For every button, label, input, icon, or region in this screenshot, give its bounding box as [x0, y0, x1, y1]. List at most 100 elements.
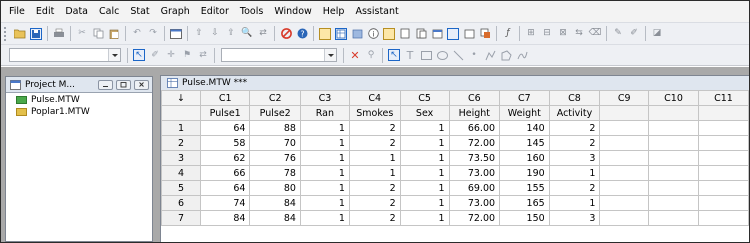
data-cell[interactable]: 2 — [348, 210, 401, 226]
print-icon[interactable] — [53, 28, 65, 40]
data-cell[interactable]: 1 — [299, 165, 350, 181]
data-cell[interactable]: 1 — [399, 195, 450, 211]
data-cell[interactable]: 76 — [249, 150, 301, 166]
report-pad-icon[interactable] — [399, 28, 411, 40]
empty-cell[interactable] — [697, 165, 749, 181]
column-name-cell[interactable] — [648, 105, 699, 121]
column-name-cell[interactable]: Pulse2 — [249, 105, 301, 121]
clear-cells-icon[interactable]: ⌫ — [589, 28, 602, 40]
row-number[interactable]: 2 — [161, 135, 201, 151]
column-name-cell[interactable]: Height — [448, 105, 501, 121]
empty-cell[interactable] — [599, 195, 650, 211]
insert-cells-icon[interactable]: ⊞ — [525, 28, 537, 40]
stop-icon[interactable] — [280, 28, 292, 40]
column-id[interactable]: C8 — [548, 90, 601, 106]
brush-tool-icon[interactable]: ✐ — [149, 49, 161, 61]
column-id[interactable]: C7 — [499, 90, 550, 106]
graph-element-select[interactable] — [221, 48, 337, 62]
column-name-cell[interactable] — [697, 105, 749, 121]
copy-icon[interactable] — [92, 28, 104, 40]
empty-cell[interactable] — [599, 165, 650, 181]
empty-cell[interactable] — [648, 195, 699, 211]
data-cell[interactable]: 80 — [249, 180, 301, 196]
data-cell[interactable]: 145 — [499, 135, 550, 151]
menu-assistant[interactable]: Assistant — [355, 6, 398, 17]
move-columns-icon[interactable]: ⇆ — [573, 28, 585, 40]
data-cell[interactable]: 3 — [548, 210, 601, 226]
column-name-cell[interactable]: Ran — [299, 105, 350, 121]
data-cell[interactable]: 73.00 — [448, 195, 501, 211]
row-number[interactable]: 6 — [161, 195, 201, 211]
data-cell[interactable]: 1 — [399, 165, 450, 181]
menu-editor[interactable]: Editor — [201, 6, 229, 17]
empty-cell[interactable] — [599, 210, 650, 226]
menu-stat[interactable]: Stat — [130, 6, 149, 17]
row-number[interactable]: 3 — [161, 150, 201, 166]
chevron-down-icon[interactable] — [324, 49, 336, 61]
empty-cell[interactable] — [599, 180, 650, 196]
data-cell[interactable]: 66 — [199, 165, 251, 181]
menu-calc[interactable]: Calc — [99, 6, 119, 17]
data-cell[interactable]: 70 — [249, 135, 301, 151]
data-cell[interactable]: 2 — [348, 135, 401, 151]
data-cell[interactable]: 64 — [199, 180, 251, 196]
layout-icon[interactable] — [463, 28, 475, 40]
graphs-icon[interactable] — [351, 28, 363, 40]
related-documents-icon[interactable] — [415, 28, 427, 40]
maximize-button[interactable] — [116, 79, 131, 90]
data-cell[interactable]: 1 — [548, 195, 601, 211]
column-name-cell[interactable]: Weight — [499, 105, 550, 121]
menu-data[interactable]: Data — [65, 6, 88, 17]
data-cell[interactable]: 1 — [299, 195, 350, 211]
column-name-cell[interactable]: Sex — [399, 105, 450, 121]
column-id[interactable]: C11 — [697, 90, 749, 106]
menu-help[interactable]: Help — [323, 6, 345, 17]
data-cell[interactable]: 1 — [548, 165, 601, 181]
data-cell[interactable]: 190 — [499, 165, 550, 181]
data-cell[interactable]: 84 — [249, 195, 301, 211]
crosshair-icon[interactable]: ✛ — [165, 49, 177, 61]
data-cell[interactable]: 155 — [499, 180, 550, 196]
data-cell[interactable]: 160 — [499, 150, 550, 166]
data-cell[interactable]: 84 — [249, 210, 301, 226]
empty-cell[interactable] — [697, 120, 749, 136]
project-item-pulse[interactable]: Pulse.MTW — [6, 94, 152, 106]
data-cell[interactable]: 2 — [548, 180, 601, 196]
brush-icon[interactable]: ✐ — [628, 28, 640, 40]
menu-graph[interactable]: Graph — [161, 6, 190, 17]
data-cell[interactable]: 73.00 — [448, 165, 501, 181]
eraser-icon[interactable]: ◪ — [651, 28, 663, 40]
cut-icon[interactable]: ✂ — [76, 28, 88, 40]
empty-cell[interactable] — [697, 195, 749, 211]
column-id[interactable]: C2 — [249, 90, 301, 106]
data-cell[interactable]: 2 — [348, 195, 401, 211]
empty-cell[interactable] — [648, 150, 699, 166]
column-name-cell[interactable]: Smokes — [348, 105, 401, 121]
data-cell[interactable]: 1 — [299, 120, 350, 136]
row-number[interactable]: 5 — [161, 180, 201, 196]
ellipse-tool-icon[interactable] — [436, 49, 448, 61]
data-cell[interactable]: 1 — [348, 165, 401, 181]
insert-columns-icon[interactable]: ⊠ — [557, 28, 569, 40]
data-cell[interactable]: 150 — [499, 210, 550, 226]
data-cell[interactable]: 69.00 — [448, 180, 501, 196]
data-cell[interactable]: 1 — [399, 210, 450, 226]
worksheets-icon[interactable] — [335, 27, 347, 40]
data-cell[interactable]: 64 — [199, 120, 251, 136]
data-cell[interactable]: 165 — [499, 195, 550, 211]
calculator-icon[interactable]: ƒ — [502, 28, 514, 40]
data-cell[interactable]: 84 — [199, 210, 251, 226]
sort-corner-icon[interactable]: ↓ — [161, 90, 201, 106]
data-cell[interactable]: 2 — [548, 135, 601, 151]
freehand-tool-icon[interactable] — [516, 49, 528, 61]
row-number[interactable]: 1 — [161, 120, 201, 136]
rectangle-tool-icon[interactable] — [420, 49, 432, 61]
empty-cell[interactable] — [599, 120, 650, 136]
data-cell[interactable]: 72.00 — [448, 135, 501, 151]
data-cell[interactable]: 140 — [499, 120, 550, 136]
column-name-cell[interactable]: Pulse1 — [199, 105, 251, 121]
flag-icon[interactable]: ⚑ — [181, 49, 193, 61]
go-down-icon[interactable]: ⇩ — [209, 28, 221, 40]
data-cell[interactable]: 2 — [348, 180, 401, 196]
empty-cell[interactable] — [697, 210, 749, 226]
